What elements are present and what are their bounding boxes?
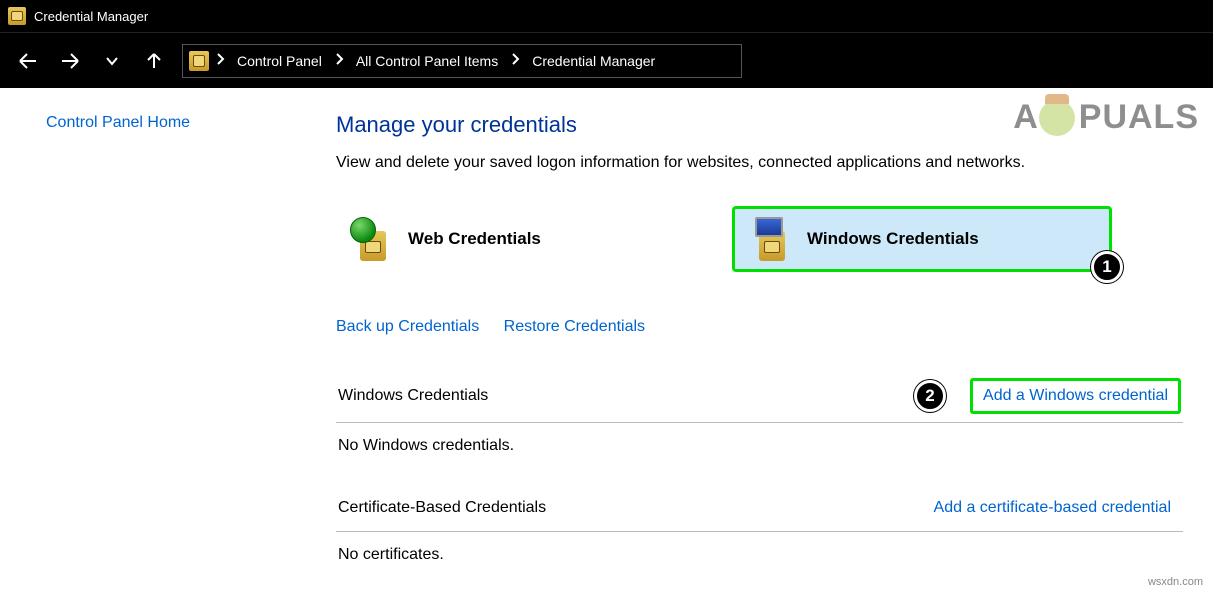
watermark-text-right: PUALS [1079, 98, 1199, 137]
watermark-text-left: A [1013, 98, 1039, 137]
credential-action-links: Back up Credentials Restore Credentials [336, 318, 1183, 336]
window-title: Credential Manager [34, 9, 148, 24]
web-credentials-label: Web Credentials [408, 229, 541, 249]
page-description: View and delete your saved logon informa… [336, 154, 1183, 172]
chevron-right-icon[interactable] [215, 52, 225, 70]
recent-locations-button[interactable] [98, 45, 126, 77]
watermark: A PUALS [1013, 98, 1199, 137]
annotation-callout-1: 1 [1091, 251, 1123, 283]
credential-type-tiles: Web Credentials Windows Credentials 1 [336, 206, 1183, 272]
windows-credentials-tile[interactable]: Windows Credentials 1 [732, 206, 1112, 272]
title-bar: Credential Manager [0, 0, 1213, 32]
source-watermark: wsxdn.com [1148, 576, 1203, 588]
up-button[interactable] [140, 45, 168, 77]
main-panel: A PUALS Manage your credentials View and… [300, 88, 1213, 592]
back-button[interactable] [14, 45, 42, 77]
breadcrumb-all-items[interactable]: All Control Panel Items [350, 49, 504, 73]
breadcrumb-credential-manager[interactable]: Credential Manager [526, 49, 661, 73]
section-empty-text: No Windows credentials. [336, 423, 1183, 479]
windows-credentials-section: Windows Credentials 2 Add a Windows cred… [336, 372, 1183, 479]
control-panel-home-link[interactable]: Control Panel Home [46, 114, 190, 131]
forward-button[interactable] [56, 45, 84, 77]
section-empty-text: No certificates. [336, 532, 1183, 588]
add-certificate-credential-link[interactable]: Add a certificate-based credential [924, 493, 1181, 523]
section-header: Certificate-Based Credentials Add a cert… [336, 487, 1183, 532]
breadcrumb-control-panel[interactable]: Control Panel [231, 49, 328, 73]
windows-credentials-icon [749, 217, 793, 261]
content-area: Control Panel Home A PUALS Manage your c… [0, 88, 1213, 592]
certificate-credentials-section: Certificate-Based Credentials Add a cert… [336, 487, 1183, 588]
restore-credentials-link[interactable]: Restore Credentials [504, 318, 645, 335]
location-icon [189, 51, 209, 71]
watermark-face-icon [1039, 100, 1075, 136]
section-title: Certificate-Based Credentials [338, 499, 924, 517]
backup-credentials-link[interactable]: Back up Credentials [336, 318, 479, 335]
sidebar: Control Panel Home [0, 88, 300, 592]
section-title: Windows Credentials [338, 387, 914, 405]
navigation-bar: Control Panel All Control Panel Items Cr… [0, 32, 1213, 88]
section-header: Windows Credentials 2 Add a Windows cred… [336, 372, 1183, 423]
web-credentials-tile[interactable]: Web Credentials [336, 206, 716, 272]
chevron-right-icon[interactable] [334, 52, 344, 70]
annotation-callout-2: 2 [914, 380, 946, 412]
address-bar[interactable]: Control Panel All Control Panel Items Cr… [182, 44, 742, 78]
add-windows-credential-link[interactable]: Add a Windows credential [970, 378, 1181, 414]
windows-credentials-label: Windows Credentials [807, 229, 979, 249]
web-credentials-icon [350, 217, 394, 261]
credential-manager-icon [8, 7, 26, 25]
chevron-right-icon[interactable] [510, 52, 520, 70]
